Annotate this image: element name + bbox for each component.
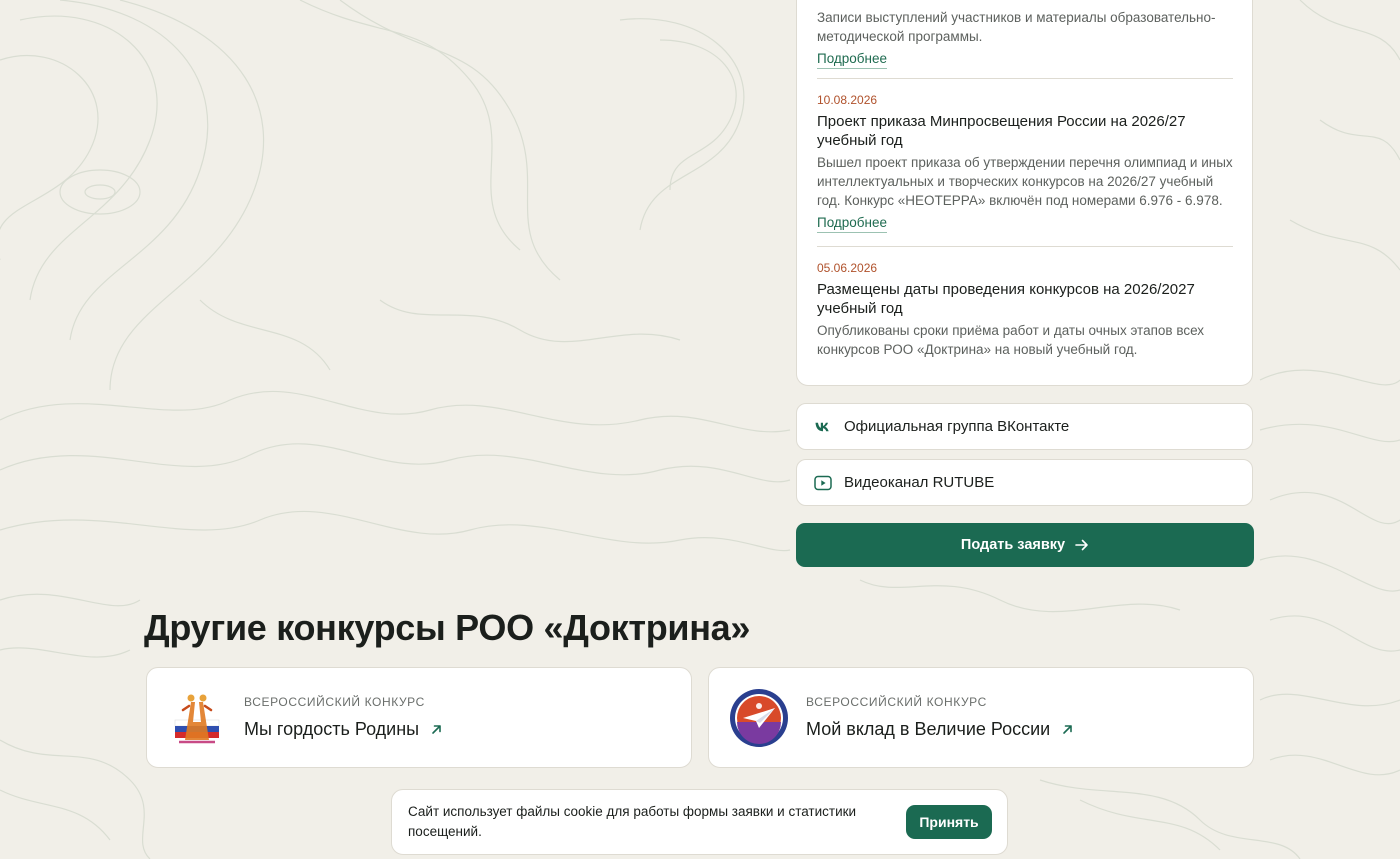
- accept-cookies-button[interactable]: Принять: [906, 805, 992, 839]
- contest-kicker: ВСЕРОССИЙСКИЙ КОНКУРС: [244, 695, 425, 709]
- vk-icon: [814, 418, 832, 436]
- news-item: 05.06.2026 Размещены даты проведения кон…: [817, 260, 1233, 359]
- video-play-icon: [814, 474, 832, 492]
- contest-card[interactable]: ВСЕРОССИЙСКИЙ КОНКУРС Мы гордость Родины: [146, 667, 692, 768]
- vk-group-link[interactable]: Официальная группа ВКонтакте: [796, 403, 1253, 450]
- divider: [817, 78, 1233, 79]
- contest-name: Мы гордость Родины: [244, 719, 442, 740]
- read-more-link[interactable]: Подробнее: [817, 50, 888, 69]
- arrow-right-icon: [1075, 539, 1089, 551]
- vk-link-label: Официальная группа ВКонтакте: [844, 418, 1070, 435]
- news-date: 05.06.2026: [817, 261, 878, 275]
- contest-logo: [730, 689, 788, 747]
- contest-kicker: ВСЕРОССИЙСКИЙ КОНКУРС: [806, 695, 987, 709]
- news-card: Записи выступлений участников и материал…: [796, 0, 1253, 386]
- apply-button-label: Подать заявку: [960, 537, 1066, 553]
- contest-name: Мой вклад в Величие России: [806, 719, 1073, 740]
- cookie-banner: Сайт использует файлы cookie для работы …: [391, 789, 1008, 855]
- news-title[interactable]: Проект приказа Минпросвещения России на …: [817, 112, 1233, 150]
- news-item: Записи выступлений участников и материал…: [817, 5, 1233, 69]
- news-description: Опубликованы сроки приёма работ и даты о…: [817, 323, 1205, 357]
- contest-name-label: Мы гордость Родины: [244, 719, 420, 739]
- rutube-channel-link[interactable]: Видеоканал RUTUBE: [796, 459, 1253, 506]
- contest-logo: [174, 694, 220, 744]
- arrow-up-right-icon: [431, 724, 442, 735]
- news-item: 10.08.2026 Проект приказа Минпросвещения…: [817, 92, 1233, 233]
- cookie-text: Сайт использует файлы cookie для работы …: [408, 804, 857, 839]
- contest-card[interactable]: ВСЕРОССИЙСКИЙ КОНКУРС Мой вклад в Величи…: [708, 667, 1254, 768]
- read-more-link[interactable]: Подробнее: [817, 214, 888, 233]
- news-description: Записи выступлений участников и материал…: [817, 10, 1216, 44]
- divider: [817, 246, 1233, 247]
- news-title[interactable]: Размещены даты проведения конкурсов на 2…: [817, 280, 1233, 318]
- contest-name-label: Мой вклад в Величие России: [806, 719, 1051, 739]
- section-title: Другие конкурсы РОО «Доктрина»: [144, 607, 751, 648]
- news-description: Вышел проект приказа об утверждении пере…: [817, 155, 1233, 208]
- arrow-up-right-icon: [1062, 724, 1073, 735]
- rutube-link-label: Видеоканал RUTUBE: [844, 474, 995, 491]
- news-date: 10.08.2026: [817, 93, 878, 107]
- apply-button[interactable]: Подать заявку: [796, 523, 1254, 567]
